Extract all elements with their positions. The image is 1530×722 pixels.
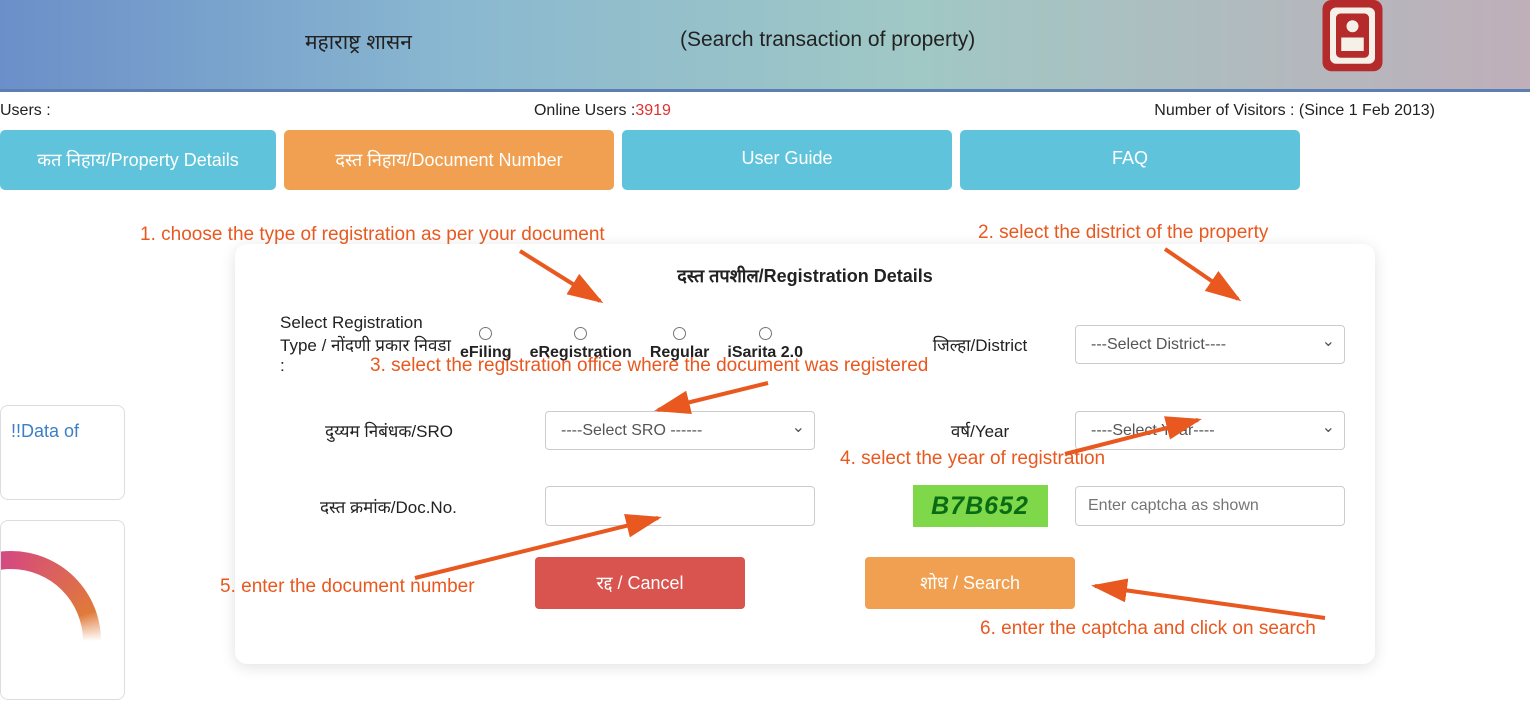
docno-label: दस्त क्रमांक/Doc.No.	[265, 495, 545, 518]
tab-faq[interactable]: FAQ	[960, 130, 1300, 190]
online-users-label: Online Users :	[534, 102, 635, 119]
year-label: वर्ष/Year	[885, 419, 1075, 442]
header-subtitle-center: (Search transaction of property)	[680, 28, 975, 52]
state-emblem-icon	[1315, 0, 1390, 80]
captcha-image: B7B652	[913, 485, 1048, 527]
district-select[interactable]: ---Select District----	[1075, 325, 1345, 364]
tab-document-number[interactable]: दस्त निहाय/Document Number	[284, 130, 614, 190]
stats-bar: Users : Online Users :3919 Number of Vis…	[0, 92, 1530, 130]
radio-regular[interactable]: Regular	[650, 327, 710, 362]
search-button[interactable]: शोध / Search	[865, 557, 1075, 609]
sro-label: दुय्यम निबंधक/SRO	[265, 419, 545, 442]
radio-isarita[interactable]: iSarita 2.0	[727, 327, 803, 362]
reg-type-radio-group: eFiling eRegistration Regular iSarita 2.…	[460, 327, 803, 362]
side-circle-panel	[0, 520, 125, 700]
annotation-2: 2. select the district of the property	[978, 222, 1268, 244]
side-data-text: !!Data of	[11, 421, 79, 441]
tab-user-guide[interactable]: User Guide	[622, 130, 952, 190]
visitors-label: Number of Visitors : (Since 1 Feb 2013)	[1154, 102, 1435, 120]
users-label: Users :	[0, 102, 51, 120]
sro-select[interactable]: ----Select SRO ------	[545, 411, 815, 450]
header-banner: महाराष्ट्र शासन (Search transaction of p…	[0, 0, 1530, 92]
online-users-count: 3919	[635, 102, 671, 119]
captcha-input[interactable]	[1075, 486, 1345, 526]
tab-bar: कत निहाय/Property Details दस्त निहाय/Doc…	[0, 130, 1530, 190]
district-label: जिल्हा/District	[885, 333, 1075, 356]
annotation-1: 1. choose the type of registration as pe…	[140, 224, 605, 246]
header-subtitle-left: महाराष्ट्र शासन	[305, 28, 412, 56]
reg-type-label: Select Registration Type / नोंदणी प्रकार…	[265, 313, 460, 376]
cancel-button[interactable]: रद्द / Cancel	[535, 557, 745, 609]
radio-eregistration[interactable]: eRegistration	[530, 327, 632, 362]
registration-details-card: दस्त तपशील/Registration Details Select R…	[235, 244, 1375, 664]
radio-efiling[interactable]: eFiling	[460, 327, 512, 362]
docno-input[interactable]	[545, 486, 815, 526]
year-select[interactable]: ----Select Year----	[1075, 411, 1345, 450]
card-title: दस्त तपशील/Registration Details	[265, 264, 1345, 288]
side-data-panel: !!Data of	[0, 405, 125, 500]
tab-property-details[interactable]: कत निहाय/Property Details	[0, 130, 276, 190]
